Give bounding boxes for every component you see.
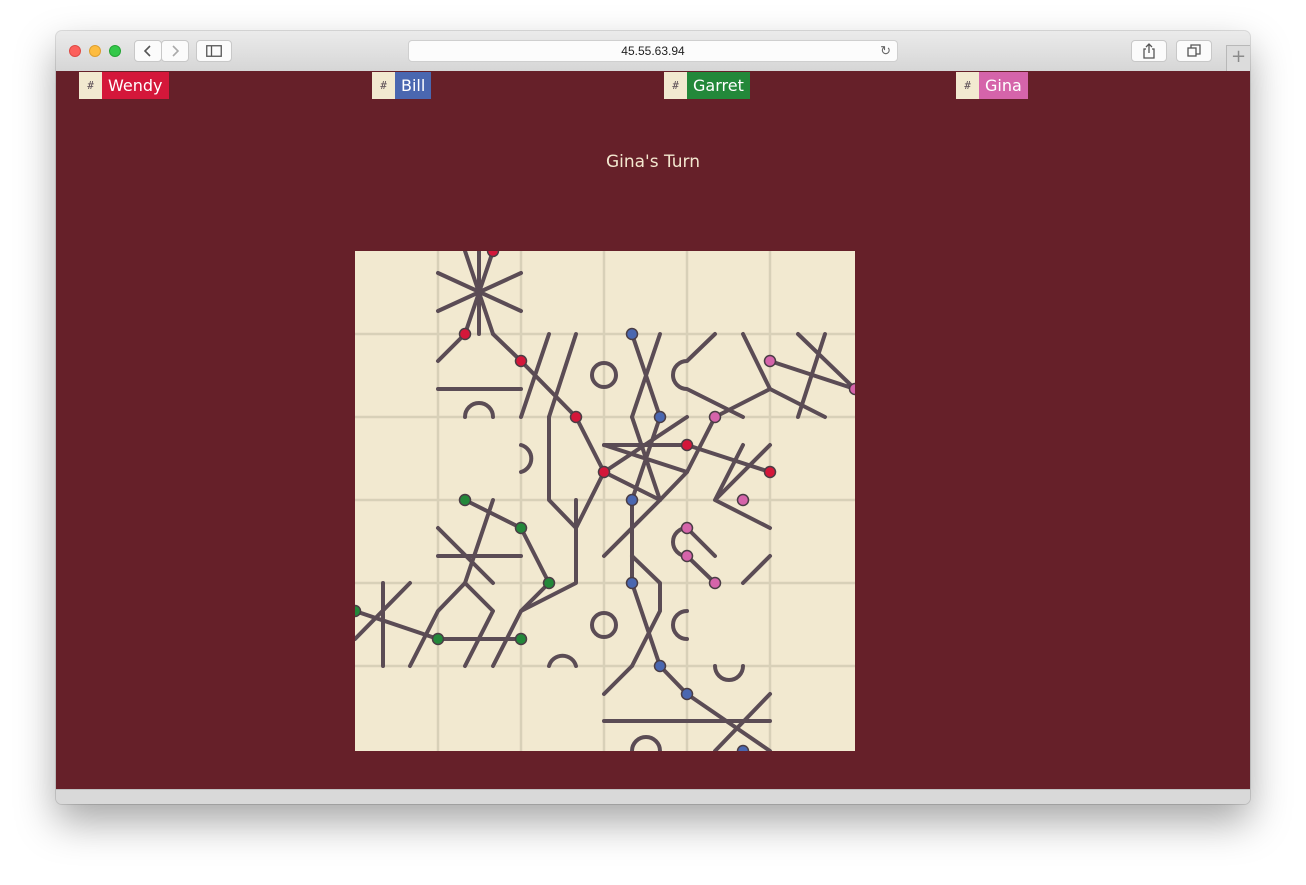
turn-indicator: Gina's Turn xyxy=(605,152,701,172)
player-name: Wendy xyxy=(102,72,169,99)
url-text: 45.55.63.94 xyxy=(621,44,685,58)
reload-icon[interactable]: ↻ xyxy=(880,41,891,61)
share-icon xyxy=(1143,43,1155,59)
back-button[interactable] xyxy=(134,40,162,62)
player-hash-icon: # xyxy=(956,72,979,99)
chevron-left-icon xyxy=(143,45,151,57)
sidebar-toggle-button[interactable] xyxy=(196,40,232,62)
player-tag-wendy: # Wendy xyxy=(79,72,169,99)
player-hash-icon: # xyxy=(372,72,395,99)
player-tag-gina: # Gina xyxy=(956,72,1028,99)
player-name: Bill xyxy=(395,72,432,99)
new-tab-button[interactable]: + xyxy=(1226,45,1250,71)
browser-window: 45.55.63.94 ↻ + # Wendy # Bill # Garret … xyxy=(56,31,1250,804)
forward-button[interactable] xyxy=(161,40,189,62)
player-name: Garret xyxy=(687,72,750,99)
status-bar xyxy=(56,789,1250,804)
chevron-right-icon xyxy=(172,45,180,57)
player-hash-icon: # xyxy=(664,72,687,99)
browser-toolbar: 45.55.63.94 ↻ + xyxy=(56,31,1250,72)
player-name: Gina xyxy=(979,72,1028,99)
tabs-icon xyxy=(1187,44,1201,57)
address-bar[interactable]: 45.55.63.94 ↻ xyxy=(408,40,898,62)
game-board[interactable] xyxy=(355,251,855,751)
share-button[interactable] xyxy=(1131,40,1167,62)
plus-icon: + xyxy=(1230,46,1247,67)
player-tag-garret: # Garret xyxy=(664,72,750,99)
tabs-overview-button[interactable] xyxy=(1176,40,1212,62)
close-window-button[interactable] xyxy=(69,45,81,57)
player-hash-icon: # xyxy=(79,72,102,99)
player-tag-bill: # Bill xyxy=(372,72,432,99)
minimize-window-button[interactable] xyxy=(89,45,101,57)
game-page: # Wendy # Bill # Garret # Gina Gina's Tu… xyxy=(56,71,1250,789)
sidebar-icon xyxy=(206,45,222,57)
zoom-window-button[interactable] xyxy=(109,45,121,57)
